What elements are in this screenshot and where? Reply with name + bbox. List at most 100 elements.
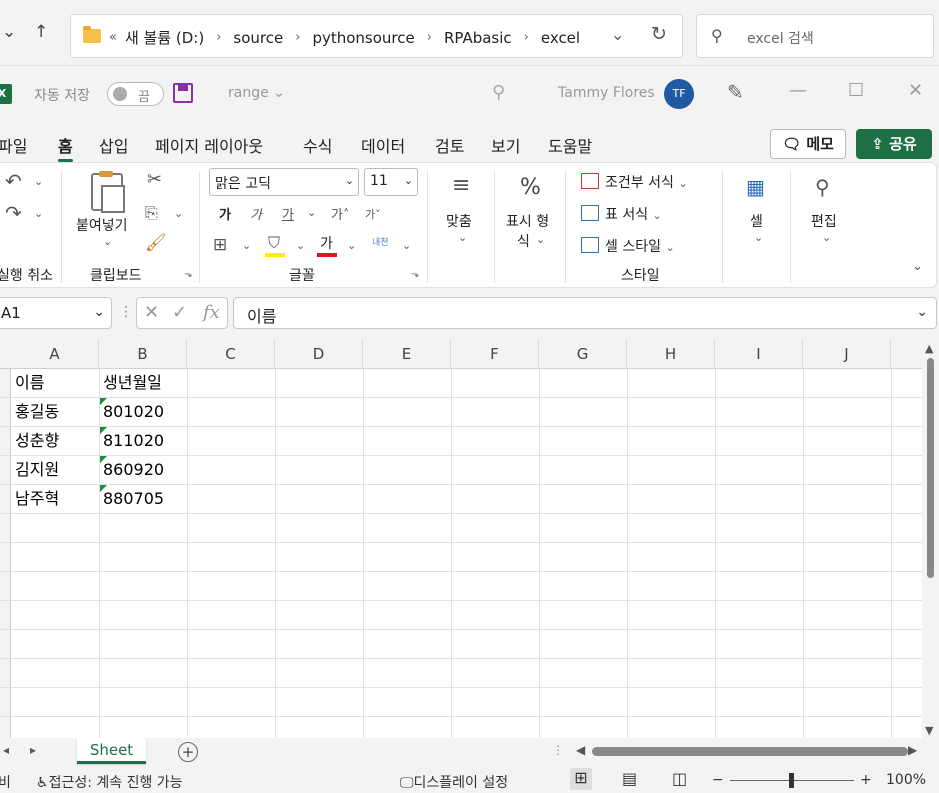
alignment-button[interactable]: 맞춤 — [446, 211, 472, 231]
italic-button[interactable]: 가 — [250, 204, 262, 223]
tab-data[interactable]: 데이터 — [361, 133, 405, 157]
scroll-right-icon[interactable]: ▶ — [908, 743, 917, 757]
page-break-view-icon[interactable]: ◫ — [672, 769, 687, 788]
chevron-down-icon[interactable]: ⌄ — [34, 175, 43, 188]
chevron-down-icon[interactable]: ⌄ — [2, 22, 16, 42]
cells-icon[interactable]: ▦ — [746, 175, 765, 199]
conditional-format-button[interactable]: 조건부 서식 ⌄ — [605, 172, 688, 192]
scroll-up-icon[interactable]: ▲ — [925, 342, 933, 355]
copy-icon[interactable]: ⎘ — [145, 203, 158, 223]
cut-icon[interactable]: ✂ — [147, 169, 162, 190]
save-icon[interactable] — [173, 83, 193, 103]
column-header[interactable]: G — [539, 340, 627, 369]
font-color-icon[interactable]: 가 — [320, 233, 333, 253]
error-indicator-icon[interactable] — [100, 398, 107, 405]
collapse-ribbon-icon[interactable]: ⌄ — [912, 259, 923, 274]
column-header[interactable]: E — [363, 340, 451, 369]
zoom-in-icon[interactable]: + — [860, 772, 872, 788]
font-shrink-button[interactable]: 가˅ — [365, 206, 381, 222]
zoom-level[interactable]: 100% — [886, 772, 926, 788]
refresh-icon[interactable]: ↻ — [651, 23, 667, 45]
border-icon[interactable]: ⊞ — [213, 235, 227, 255]
scroll-left-icon[interactable]: ◀ — [576, 743, 585, 757]
scroll-thumb[interactable] — [927, 358, 934, 578]
add-sheet-icon[interactable]: + — [178, 742, 198, 762]
column-header[interactable]: I — [715, 340, 803, 369]
chevron-down-icon[interactable]: ⌄ — [402, 239, 411, 252]
chevron-down-icon[interactable]: ⌄ — [103, 235, 112, 248]
column-header[interactable]: F — [451, 340, 539, 369]
cell-b2[interactable]: 801020 — [99, 397, 187, 426]
sheet-tab[interactable]: Sheet — [77, 738, 146, 764]
paste-icon[interactable] — [91, 171, 125, 213]
font-name-combo[interactable]: 맑은 고딕 ⌄ — [209, 168, 359, 196]
display-settings[interactable]: 🖵디스플레이 설정 — [400, 772, 508, 792]
zoom-out-icon[interactable]: − — [712, 772, 724, 788]
column-header[interactable]: J — [803, 340, 891, 369]
vertical-scrollbar[interactable]: ▲ ▼ — [922, 340, 939, 738]
font-size-combo[interactable]: 11 ⌄ — [364, 168, 418, 196]
error-indicator-icon[interactable] — [100, 456, 107, 463]
error-indicator-icon[interactable] — [100, 427, 107, 434]
chevron-down-icon[interactable]: ⌄ — [822, 231, 831, 244]
tab-page-layout[interactable]: 페이지 레이아웃 — [155, 133, 263, 157]
number-format-button[interactable]: 표시 형 — [506, 211, 549, 231]
chevron-down-icon[interactable]: ⌄ — [174, 207, 183, 220]
dialog-launcher-icon[interactable]: ⬎ — [184, 269, 192, 280]
share-button[interactable]: ⇪ 공유 — [856, 129, 932, 159]
zoom-slider-knob[interactable] — [789, 773, 794, 788]
horizontal-scroll-thumb[interactable] — [592, 747, 908, 756]
breadcrumb-item[interactable]: 새 볼륨 (D:) — [125, 27, 204, 48]
normal-view-icon[interactable]: ⊞ — [570, 768, 592, 790]
breadcrumb-item[interactable]: pythonsource — [312, 29, 414, 47]
up-arrow-icon[interactable]: ↑ — [34, 22, 48, 42]
column-header[interactable]: H — [627, 340, 715, 369]
confirm-icon[interactable]: ✓ — [172, 302, 187, 323]
tab-help[interactable]: 도움말 — [548, 133, 592, 157]
cell-b4[interactable]: 860920 — [99, 455, 187, 484]
tab-formulas[interactable]: 수식 — [303, 133, 332, 157]
close-icon[interactable]: ✕ — [908, 80, 923, 101]
table-format-button[interactable]: 표 서식 ⌄ — [605, 204, 662, 224]
cell-a2[interactable]: 홍길동 — [11, 397, 99, 426]
formula-input[interactable]: 이름 ⌄ — [233, 297, 937, 329]
search-icon[interactable]: ⚲ — [492, 82, 505, 103]
more-icon[interactable]: ⋮ — [119, 304, 133, 320]
column-header[interactable]: C — [187, 340, 275, 369]
bold-button[interactable]: 가 — [219, 204, 231, 223]
cells-button[interactable]: 셀 — [750, 211, 763, 231]
minimize-icon[interactable]: — — [789, 80, 807, 101]
column-header[interactable]: D — [275, 340, 363, 369]
tab-insert[interactable]: 삽입 — [99, 133, 128, 157]
name-box[interactable]: A1 ⌄ — [0, 297, 112, 329]
worksheet-grid[interactable]: A B C D E F G H I J 이름 생년월일 홍길동 801020 성… — [0, 340, 922, 738]
chevron-down-icon[interactable]: ⌄ — [536, 233, 545, 246]
cell-style-button[interactable]: 셀 스타일 ⌄ — [605, 236, 675, 256]
memo-button[interactable]: 🗨 메모 — [770, 129, 846, 159]
cell-a3[interactable]: 성춘향 — [11, 426, 99, 455]
explorer-search[interactable]: ⚲ excel 검색 — [696, 14, 934, 58]
insert-function-icon[interactable]: fx — [203, 302, 220, 323]
dialog-launcher-icon[interactable]: ⬎ — [411, 269, 419, 280]
scroll-down-icon[interactable]: ▼ — [925, 724, 933, 737]
maximize-icon[interactable]: ☐ — [848, 80, 864, 101]
chevron-down-icon[interactable]: ⌄ — [458, 231, 467, 244]
chevron-down-icon[interactable]: ⌄ — [347, 239, 356, 252]
chevron-down-icon[interactable]: ⌄ — [754, 231, 763, 244]
address-bar[interactable]: « 새 볼륨 (D:) › source › pythonsource › RPAba… — [70, 14, 683, 58]
tab-file[interactable]: 파일 — [0, 133, 27, 157]
column-header[interactable]: B — [99, 340, 187, 369]
overflow-chevron-icon[interactable]: « — [109, 30, 117, 45]
undo-icon[interactable]: ↶ — [5, 169, 22, 193]
autosave-toggle[interactable]: 끔 — [107, 82, 164, 106]
fill-color-icon[interactable]: ⛉ — [268, 233, 280, 253]
row-headers[interactable] — [0, 369, 11, 738]
avatar[interactable]: TF — [664, 79, 694, 109]
prev-sheet-icon[interactable]: ◂ — [3, 743, 9, 757]
next-sheet-icon[interactable]: ▸ — [30, 743, 36, 757]
error-indicator-icon[interactable] — [100, 485, 107, 492]
chevron-down-icon[interactable]: ⌄ — [307, 206, 316, 219]
history-dropdown-icon[interactable]: ⌄ — [611, 25, 624, 44]
pen-icon[interactable]: ✎ — [727, 80, 744, 104]
phonetic-icon[interactable]: 내천 — [372, 235, 389, 248]
